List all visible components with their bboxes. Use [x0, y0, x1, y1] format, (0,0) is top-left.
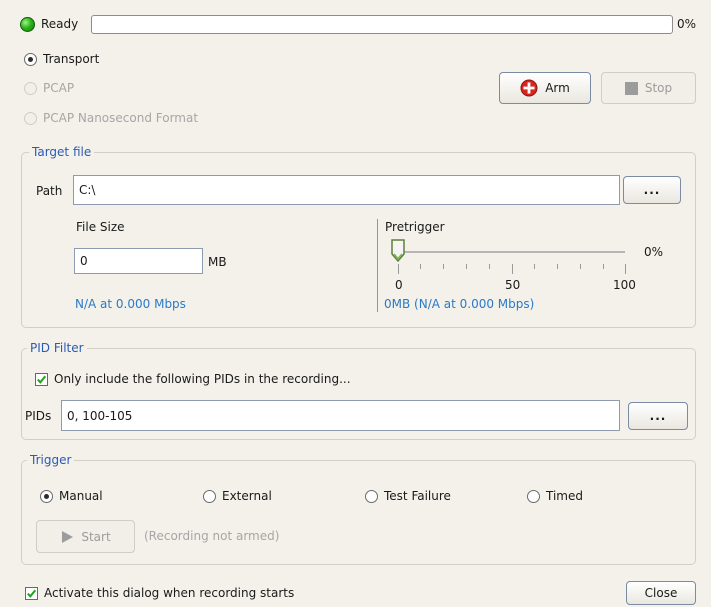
- radio-trigger-external-label: External: [222, 489, 272, 503]
- radio-trigger-manual-indicator[interactable]: [40, 489, 53, 503]
- file-size-unit: MB: [208, 255, 227, 269]
- close-button[interactable]: Close: [626, 581, 696, 605]
- stop-button[interactable]: Stop: [601, 72, 696, 104]
- pretrigger-slider-track[interactable]: [397, 251, 625, 253]
- checkmark-icon: [27, 589, 37, 598]
- activate-on-start-box[interactable]: [25, 586, 38, 600]
- path-input[interactable]: C:\: [73, 175, 620, 205]
- pretrigger-scale-min: 0: [395, 278, 403, 292]
- pids-input[interactable]: 0, 100-105: [61, 400, 620, 431]
- radio-trigger-external-indicator[interactable]: [203, 489, 216, 503]
- radio-pcap[interactable]: PCAP: [24, 81, 74, 95]
- checkmark-icon: [37, 375, 47, 384]
- start-button[interactable]: Start: [36, 520, 135, 553]
- pid-filter-legend: PID Filter: [27, 341, 87, 355]
- target-file-legend: Target file: [29, 145, 95, 159]
- recording-progress-bar: [91, 15, 673, 34]
- radio-trigger-manual-label: Manual: [59, 489, 103, 503]
- ready-status-led-icon: [20, 17, 35, 32]
- pretrigger-scale-mid: 50: [505, 278, 521, 292]
- radio-trigger-external[interactable]: External: [203, 489, 272, 503]
- radio-trigger-timed-label: Timed: [546, 489, 583, 503]
- only-include-pids-label: Only include the following PIDs in the r…: [54, 372, 351, 386]
- radio-transport-label: Transport: [43, 52, 100, 66]
- start-button-label: Start: [81, 529, 111, 544]
- pretrigger-scale-max: 100: [613, 278, 636, 292]
- activate-on-start-checkbox[interactable]: Activate this dialog when recording star…: [25, 586, 294, 600]
- radio-trigger-test-failure[interactable]: Test Failure: [365, 489, 451, 503]
- file-size-label: File Size: [76, 220, 125, 234]
- stop-button-label: Stop: [644, 81, 673, 95]
- file-size-input[interactable]: 0: [74, 248, 203, 274]
- radio-pcap-nanosecond[interactable]: PCAP Nanosecond Format: [24, 111, 198, 125]
- trigger-legend: Trigger: [27, 453, 75, 467]
- recording-armed-note: (Recording not armed): [144, 529, 280, 543]
- close-button-label: Close: [644, 586, 678, 600]
- browse-path-button[interactable]: ...: [623, 176, 681, 204]
- file-size-value: 0: [80, 254, 88, 268]
- pids-label: PIDs: [25, 409, 52, 423]
- radio-trigger-manual[interactable]: Manual: [40, 489, 103, 503]
- browse-path-label: ...: [643, 183, 661, 197]
- radio-trigger-timed[interactable]: Timed: [527, 489, 583, 503]
- radio-trigger-test-failure-label: Test Failure: [384, 489, 451, 503]
- arm-button-label: Arm: [545, 81, 570, 95]
- activate-on-start-label: Activate this dialog when recording star…: [44, 586, 295, 600]
- radio-transport-indicator[interactable]: [24, 52, 37, 66]
- stop-icon: [624, 81, 638, 95]
- play-icon: [62, 530, 74, 543]
- browse-pids-label: ...: [649, 409, 667, 423]
- arm-button[interactable]: Arm: [499, 72, 591, 104]
- divider: [377, 219, 378, 312]
- progress-percent: 0%: [677, 17, 697, 31]
- radio-trigger-test-failure-indicator[interactable]: [365, 489, 378, 503]
- only-include-pids-checkbox[interactable]: Only include the following PIDs in the r…: [35, 372, 351, 386]
- radio-pcap-indicator[interactable]: [24, 81, 37, 95]
- file-size-rate: N/A at 0.000 Mbps: [75, 297, 186, 311]
- record-icon: [520, 79, 538, 97]
- pretrigger-label: Pretrigger: [385, 220, 445, 234]
- path-label: Path: [36, 184, 63, 198]
- pretrigger-percent: 0%: [644, 245, 664, 259]
- status-label: Ready: [41, 17, 79, 31]
- pretrigger-rate: 0MB (N/A at 0.000 Mbps): [384, 297, 535, 311]
- browse-pids-button[interactable]: ...: [628, 402, 688, 430]
- radio-trigger-timed-indicator[interactable]: [527, 489, 540, 503]
- radio-pcap-label: PCAP: [43, 81, 75, 95]
- radio-transport[interactable]: Transport: [24, 52, 99, 66]
- only-include-pids-box[interactable]: [35, 372, 48, 386]
- radio-pcap-nanosecond-indicator[interactable]: [24, 111, 37, 125]
- radio-pcap-nanosecond-label: PCAP Nanosecond Format: [43, 111, 199, 125]
- pids-value: 0, 100-105: [67, 408, 133, 423]
- path-value: C:\: [79, 183, 96, 197]
- pretrigger-slider-thumb[interactable]: [391, 239, 405, 263]
